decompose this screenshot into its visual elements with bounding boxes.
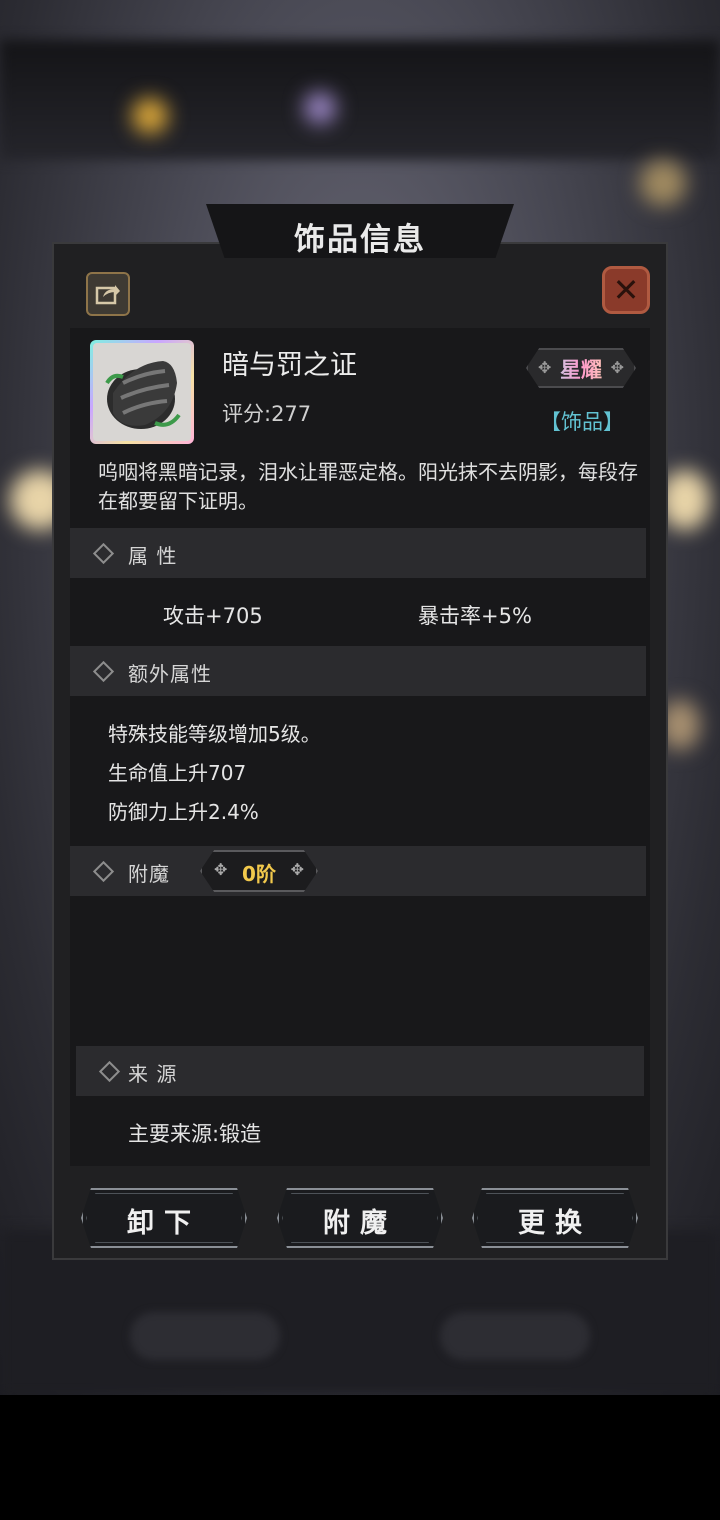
- item-score: 评分:277: [222, 402, 312, 426]
- section-enchant-label: 附魔: [128, 862, 170, 886]
- rarity-badge: ✥ 星耀 ✥: [526, 348, 636, 388]
- section-extra-label: 额外属性: [128, 662, 212, 686]
- share-icon: [95, 285, 120, 305]
- top-bar-blurred: [0, 40, 720, 160]
- diamond-icon: [98, 1060, 121, 1083]
- tier-right-ornament-icon: ✥: [290, 860, 304, 879]
- section-attributes-label: 属 性: [128, 544, 178, 568]
- section-attributes: 属 性: [70, 528, 646, 578]
- gold-coin-blur: [132, 98, 168, 134]
- diamond-icon: [92, 860, 115, 883]
- section-enchant: 附魔: [70, 846, 646, 896]
- replace-button[interactable]: 更换: [472, 1188, 638, 1248]
- extra-attribute-line: 防御力上升2.4%: [108, 800, 259, 824]
- bottom-right-button-blur: [440, 1312, 590, 1360]
- item-description: 呜咽将黑暗记录，泪水让罪恶定格。阳光抹不去阴影，每段存在都要留下证明。: [98, 460, 638, 513]
- replace-button-label: 更换: [518, 1208, 592, 1239]
- crit-stat: 暴击率+5%: [418, 604, 532, 628]
- side-button-blur: [640, 160, 686, 206]
- section-extra-attributes: 额外属性: [70, 646, 646, 696]
- source-text: 主要来源:锻造: [128, 1122, 262, 1146]
- enchant-tier-badge: ✥ 0阶 ✥: [200, 850, 318, 892]
- attack-stat: 攻击+705: [163, 604, 263, 628]
- extra-attribute-line: 生命值上升707: [108, 761, 247, 785]
- enchant-button[interactable]: 附魔: [277, 1188, 443, 1248]
- section-source: 来 源: [76, 1046, 644, 1096]
- enchant-button-label: 附魔: [323, 1208, 397, 1239]
- section-source-label: 来 源: [128, 1062, 178, 1086]
- extra-attribute-line: 特殊技能等级增加5级。: [108, 722, 321, 746]
- item-icon: [90, 340, 194, 444]
- item-type: 【饰品】: [540, 410, 624, 434]
- item-name: 暗与罚之证: [222, 350, 357, 381]
- rarity-right-ornament-icon: ✥: [610, 358, 624, 377]
- diamond-icon: [92, 542, 115, 565]
- unequip-button[interactable]: 卸下: [81, 1188, 247, 1248]
- diamond-icon: [92, 660, 115, 683]
- bottom-black-area: [0, 1395, 720, 1520]
- item-art-icon: [105, 361, 181, 429]
- share-button[interactable]: [86, 272, 130, 316]
- unequip-button-label: 卸下: [127, 1208, 201, 1239]
- item-icon-art: [93, 343, 191, 441]
- panel-title: 饰品信息: [294, 222, 426, 258]
- close-icon: ✕: [612, 271, 640, 309]
- panel-content-area: [70, 328, 650, 1166]
- bottom-left-button-blur: [130, 1312, 280, 1360]
- close-button[interactable]: ✕: [602, 266, 650, 314]
- gem-blur: [304, 92, 336, 124]
- title-banner: 饰品信息: [196, 204, 524, 258]
